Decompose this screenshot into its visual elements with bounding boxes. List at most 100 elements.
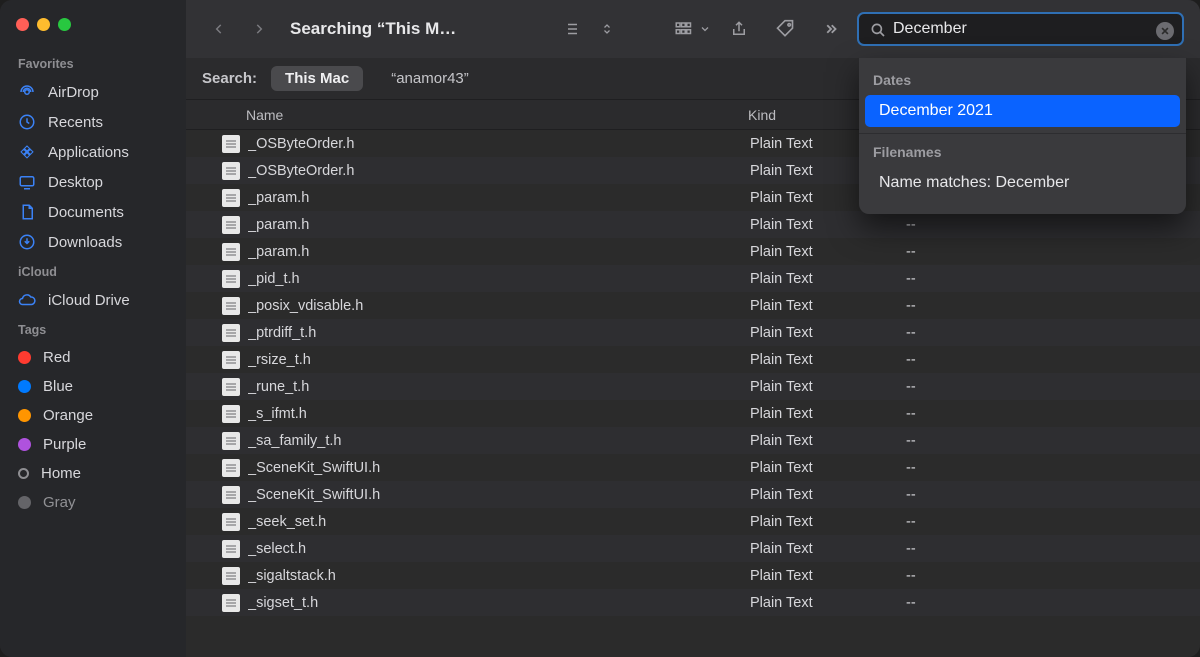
cloud-icon bbox=[18, 291, 36, 309]
sidebar-tag-home[interactable]: Home bbox=[0, 459, 186, 488]
table-row[interactable]: _param.hPlain Text-- bbox=[186, 211, 1200, 238]
view-sort-toggle[interactable] bbox=[597, 14, 617, 44]
view-list-button[interactable] bbox=[551, 14, 591, 44]
table-row[interactable]: _select.hPlain Text-- bbox=[186, 535, 1200, 562]
suggestion-filename[interactable]: Name matches: December bbox=[865, 167, 1180, 199]
file-name: _param.h bbox=[248, 244, 750, 260]
share-button[interactable] bbox=[719, 14, 759, 44]
file-date: -- bbox=[900, 595, 1184, 611]
file-kind: Plain Text bbox=[750, 217, 900, 233]
file-name: _SceneKit_SwiftUI.h bbox=[248, 460, 750, 476]
file-date: -- bbox=[900, 244, 1184, 260]
file-icon bbox=[222, 378, 240, 396]
file-date: -- bbox=[900, 217, 1184, 233]
table-row[interactable]: _sa_family_t.hPlain Text-- bbox=[186, 427, 1200, 454]
file-date: -- bbox=[900, 271, 1184, 287]
airdrop-icon bbox=[18, 83, 36, 101]
scope-folder[interactable]: “anamor43” bbox=[377, 66, 483, 91]
tag-dot-icon bbox=[18, 409, 31, 422]
sidebar-item-recents[interactable]: Recents bbox=[0, 107, 186, 137]
sidebar-tag-red[interactable]: Red bbox=[0, 343, 186, 372]
table-row[interactable]: _SceneKit_SwiftUI.hPlain Text-- bbox=[186, 454, 1200, 481]
group-by-button[interactable] bbox=[669, 14, 713, 44]
file-date: -- bbox=[900, 406, 1184, 422]
sidebar-item-label: Blue bbox=[43, 378, 73, 395]
grid-group-icon bbox=[669, 14, 697, 44]
search-suggestions: Dates December 2021 Filenames Name match… bbox=[859, 58, 1186, 214]
file-date: -- bbox=[900, 352, 1184, 368]
sidebar-item-label: Orange bbox=[43, 407, 93, 424]
back-button[interactable] bbox=[202, 15, 236, 43]
zoom-window-button[interactable] bbox=[58, 18, 71, 31]
forward-button[interactable] bbox=[242, 15, 276, 43]
column-header-name[interactable]: Name bbox=[246, 107, 748, 123]
table-row[interactable]: _s_ifmt.hPlain Text-- bbox=[186, 400, 1200, 427]
file-name: _posix_vdisable.h bbox=[248, 298, 750, 314]
scope-this-mac[interactable]: This Mac bbox=[271, 66, 363, 91]
table-row[interactable]: _sigaltstack.hPlain Text-- bbox=[186, 562, 1200, 589]
file-icon bbox=[222, 351, 240, 369]
table-row[interactable]: _rsize_t.hPlain Text-- bbox=[186, 346, 1200, 373]
file-kind: Plain Text bbox=[750, 352, 900, 368]
file-date: -- bbox=[900, 487, 1184, 503]
sidebar-tag-purple[interactable]: Purple bbox=[0, 430, 186, 459]
sidebar-item-airdrop[interactable]: AirDrop bbox=[0, 77, 186, 107]
file-name: _sigset_t.h bbox=[248, 595, 750, 611]
file-kind: Plain Text bbox=[750, 568, 900, 584]
file-date: -- bbox=[900, 541, 1184, 557]
table-row[interactable]: _rune_t.hPlain Text-- bbox=[186, 373, 1200, 400]
file-name: _SceneKit_SwiftUI.h bbox=[248, 487, 750, 503]
file-icon bbox=[222, 324, 240, 342]
tag-dot-icon bbox=[18, 496, 31, 509]
sidebar-item-desktop[interactable]: Desktop bbox=[0, 167, 186, 197]
table-row[interactable]: _sigset_t.hPlain Text-- bbox=[186, 589, 1200, 616]
sidebar-item-applications[interactable]: Applications bbox=[0, 137, 186, 167]
desktop-icon bbox=[18, 173, 36, 191]
sidebar-item-label: iCloud Drive bbox=[48, 292, 130, 309]
table-row[interactable]: _param.hPlain Text-- bbox=[186, 238, 1200, 265]
sidebar-tag-orange[interactable]: Orange bbox=[0, 401, 186, 430]
clear-search-button[interactable] bbox=[1156, 22, 1174, 40]
table-row[interactable]: _pid_t.hPlain Text-- bbox=[186, 265, 1200, 292]
table-row[interactable]: _seek_set.hPlain Text-- bbox=[186, 508, 1200, 535]
overflow-button[interactable] bbox=[811, 14, 851, 44]
file-date: -- bbox=[900, 298, 1184, 314]
main-content: Searching “This M… bbox=[186, 0, 1200, 657]
tag-dot-icon bbox=[18, 380, 31, 393]
download-icon bbox=[18, 233, 36, 251]
tags-button[interactable] bbox=[765, 14, 805, 44]
close-window-button[interactable] bbox=[16, 18, 29, 31]
window-title: Searching “This M… bbox=[290, 19, 456, 39]
search-input[interactable] bbox=[893, 20, 1152, 38]
file-name: _ptrdiff_t.h bbox=[248, 325, 750, 341]
suggestions-heading-dates: Dates bbox=[859, 68, 1186, 92]
file-date: -- bbox=[900, 460, 1184, 476]
finder-window: Favorites AirDrop Recents Applications D… bbox=[0, 0, 1200, 657]
file-icon bbox=[222, 459, 240, 477]
sidebar-tag-blue[interactable]: Blue bbox=[0, 372, 186, 401]
file-kind: Plain Text bbox=[750, 514, 900, 530]
sidebar-item-icloud-drive[interactable]: iCloud Drive bbox=[0, 285, 186, 315]
minimize-window-button[interactable] bbox=[37, 18, 50, 31]
sidebar-tag-gray[interactable]: Gray bbox=[0, 488, 186, 517]
file-kind: Plain Text bbox=[750, 595, 900, 611]
sidebar-item-downloads[interactable]: Downloads bbox=[0, 227, 186, 257]
search-field[interactable] bbox=[857, 12, 1184, 46]
table-row[interactable]: _ptrdiff_t.hPlain Text-- bbox=[186, 319, 1200, 346]
sidebar-heading-icloud: iCloud bbox=[0, 257, 186, 285]
divider bbox=[859, 133, 1186, 134]
file-name: _sa_family_t.h bbox=[248, 433, 750, 449]
file-icon bbox=[222, 513, 240, 531]
sidebar-item-label: Red bbox=[43, 349, 71, 366]
sidebar: Favorites AirDrop Recents Applications D… bbox=[0, 0, 186, 657]
file-kind: Plain Text bbox=[750, 379, 900, 395]
file-name: _rsize_t.h bbox=[248, 352, 750, 368]
sidebar-item-documents[interactable]: Documents bbox=[0, 197, 186, 227]
file-kind: Plain Text bbox=[750, 541, 900, 557]
toolbar: Searching “This M… bbox=[186, 0, 1200, 58]
suggestion-date[interactable]: December 2021 bbox=[865, 95, 1180, 127]
file-date: -- bbox=[900, 379, 1184, 395]
table-row[interactable]: _SceneKit_SwiftUI.hPlain Text-- bbox=[186, 481, 1200, 508]
table-row[interactable]: _posix_vdisable.hPlain Text-- bbox=[186, 292, 1200, 319]
file-name: _rune_t.h bbox=[248, 379, 750, 395]
